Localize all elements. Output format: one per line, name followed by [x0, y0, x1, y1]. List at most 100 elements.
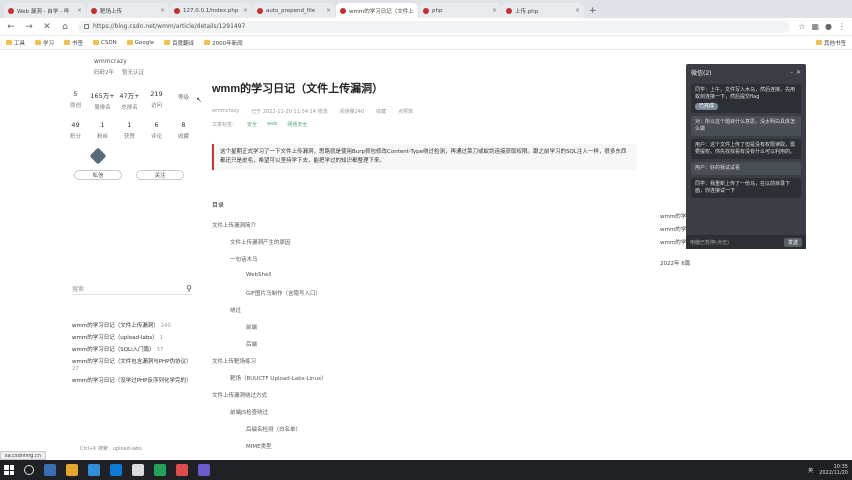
browser-tab[interactable]: wmm的学习日记（文件上× [336, 3, 418, 18]
sidebar-search[interactable]: 搜索 ⚲ [72, 283, 192, 295]
back-icon[interactable]: ← [6, 22, 16, 32]
toc-item[interactable]: 一句话木马 [212, 255, 512, 272]
bookmark-item[interactable]: 学习 [35, 39, 54, 47]
toc-item[interactable]: 后缀名检测（白名单） [212, 425, 512, 442]
toc-item[interactable]: 文件上传靶场练习 [212, 357, 512, 374]
bookmark-item[interactable]: CSDN [93, 40, 117, 46]
chat-message[interactable]: 用户：这个文件上传了但是没有权限读取，需要提权，你先找找看有没有什么可以利用的。 [691, 139, 801, 159]
close-tab-icon[interactable]: × [492, 7, 497, 14]
tag-link[interactable]: 安全 [247, 121, 257, 128]
browser-tab[interactable]: 靶场上传 × [87, 3, 169, 18]
browser-tab[interactable]: 127.0.0.1/index.php × [170, 3, 252, 18]
read-count: 240 [160, 323, 171, 329]
close-tab-icon[interactable]: × [160, 7, 165, 14]
follow-button[interactable]: 关注 [136, 170, 184, 180]
toc-item[interactable]: 文件上传漏洞绕过方式 [212, 391, 512, 408]
list-item[interactable]: wmm的学习日记（文件上传漏洞） 240 [72, 323, 197, 330]
status-url: sa.csdnimg.cn [0, 451, 46, 460]
browser-tab[interactable]: auto_prepend_file × [253, 3, 335, 18]
other-bookmarks[interactable]: 其他书签 [815, 39, 846, 47]
tag-link[interactable]: web [267, 121, 277, 128]
chat-message[interactable]: 同学：我重新上传了一份马，在以前目录下面，你连接试一下 [691, 178, 801, 198]
archive-year[interactable]: 2022年 6篇 [660, 259, 780, 267]
new-tab-icon[interactable]: + [589, 6, 597, 16]
app-icon[interactable] [132, 464, 144, 476]
stat-label: 收藏 [177, 134, 189, 140]
menu-icon[interactable]: ⋮ [838, 22, 846, 31]
list-item[interactable]: wmm的学习日记（没学过PHP反序列化学完的） [72, 378, 197, 385]
search-icon[interactable]: ⚲ [186, 284, 192, 293]
address-bar[interactable]: https://blog.csdn.net/wmm/article/detail… [78, 20, 791, 33]
stat-value: 165万+ [90, 92, 115, 100]
chat-message[interactable]: 同学：上午，文件写入木马，然后连接，先用蚁剑连接一下，然后提交flag 已完成 [691, 84, 801, 113]
bookmark-label: CSDN [101, 39, 117, 46]
close-chat-icon[interactable]: ✕ [796, 69, 801, 76]
ime-indicator[interactable]: 英 [808, 467, 813, 474]
toc-item[interactable]: 后端 [212, 340, 512, 357]
file-explorer-icon[interactable] [66, 464, 78, 476]
toc-item[interactable]: 绕过 [212, 306, 512, 323]
wechat-icon[interactable] [154, 464, 166, 476]
chat-message[interactable]: 用户：好的我试试看 [691, 162, 801, 175]
toc-item[interactable]: 文件上传漏洞简介 [212, 221, 512, 238]
toc-item[interactable]: 靶场（BUUCTF Upload-Labs-Linux） [212, 374, 512, 391]
windows-start-icon[interactable] [4, 465, 14, 475]
profile-icon[interactable]: ● [825, 22, 832, 31]
minimize-icon[interactable]: – [790, 69, 793, 76]
bookmarks-bar: 工具 学习 书签 CSDN Google 百度翻译 2000年新闻 其他书签 [0, 36, 852, 50]
meta-item: 点赞数 [398, 109, 414, 115]
chat-input[interactable]: 电脑已暂停(点击) 发送 [686, 235, 806, 249]
bookmark-item[interactable]: 工具 [6, 39, 25, 47]
browser-tab[interactable]: 上传.php × [502, 3, 584, 18]
browser-tab[interactable]: php × [419, 3, 501, 18]
list-item[interactable]: wmm的学习日记（SQLi入门篇） 37 [72, 347, 197, 354]
stat-item: 165万+ 周排名 [89, 90, 116, 111]
chrome-icon[interactable] [176, 464, 188, 476]
toc-item[interactable]: 文件上传漏洞产生的原因 [212, 238, 512, 255]
edge-icon[interactable] [88, 464, 100, 476]
private-message-button[interactable]: 私信 [74, 170, 122, 180]
stat-item: 1 粉丝 [89, 121, 116, 140]
clock[interactable]: 10:35 2022/11/20 [819, 464, 848, 476]
vscode-icon[interactable] [198, 464, 210, 476]
tags-label: 文章标签： [212, 122, 238, 128]
sidebar-search-input[interactable]: 搜索 [72, 284, 84, 293]
bookmark-item[interactable]: 书签 [64, 39, 83, 47]
chat-message[interactable]: 对：所以这个题目什么意思，没太明白具体怎么做 [691, 116, 801, 136]
taskbar-search-icon[interactable] [24, 465, 34, 475]
folder-icon [6, 40, 12, 45]
bookmark-item[interactable]: Google [126, 40, 154, 46]
folder-icon [815, 40, 822, 45]
list-item[interactable]: wmm的学习日记（upload-labs） 1 [72, 335, 197, 342]
stat-value: 8 [181, 121, 186, 129]
close-tab-icon[interactable]: × [77, 7, 82, 14]
recent-articles: wmm的学习日记（文件上传漏洞） 240 wmm的学习日记（upload-labs… [72, 323, 197, 390]
home-icon[interactable]: ⌂ [60, 22, 70, 32]
extension-icon[interactable]: ▦ [811, 22, 819, 31]
close-tab-icon[interactable]: × [417, 7, 418, 14]
star-icon[interactable]: ☆ [798, 22, 805, 31]
bookmark-label: 2000年新闻 [212, 40, 243, 47]
close-tab-icon[interactable]: × [575, 7, 580, 14]
taskview-icon[interactable] [44, 464, 56, 476]
close-tab-icon[interactable]: × [243, 7, 248, 14]
bookmark-item[interactable]: 百度翻译 [164, 39, 194, 47]
send-button[interactable]: 发送 [783, 237, 802, 247]
bookmark-item[interactable]: 2000年新闻 [204, 39, 243, 47]
folder-icon [164, 40, 171, 45]
stat-value: 5 [73, 90, 78, 98]
toc-item[interactable]: 前端 [212, 323, 512, 340]
close-icon[interactable]: ✕ [42, 22, 52, 32]
toc-item[interactable]: 前端JS检查绕过 [212, 408, 512, 425]
forward-icon[interactable]: → [24, 22, 34, 32]
browser-tab[interactable]: Web 漏洞 - 自学 - 哔 × [4, 3, 86, 18]
toc-item[interactable]: WebShell [212, 272, 512, 289]
author-name[interactable]: wmmcrazy [94, 58, 197, 65]
toc-item[interactable]: MIME类型 [212, 442, 512, 459]
bottom-link[interactable]: Ctrl+K 搜索 · upload-labs [80, 445, 142, 452]
tag-link[interactable]: 网络安全 [287, 121, 307, 128]
toc-item[interactable]: GIF图片马制作（含隐写入口） [212, 289, 512, 306]
store-icon[interactable] [110, 464, 122, 476]
close-tab-icon[interactable]: × [326, 7, 331, 14]
list-item[interactable]: wmm的学习日记（文件包含漏洞与PHP伪协议） 27 [72, 359, 197, 373]
